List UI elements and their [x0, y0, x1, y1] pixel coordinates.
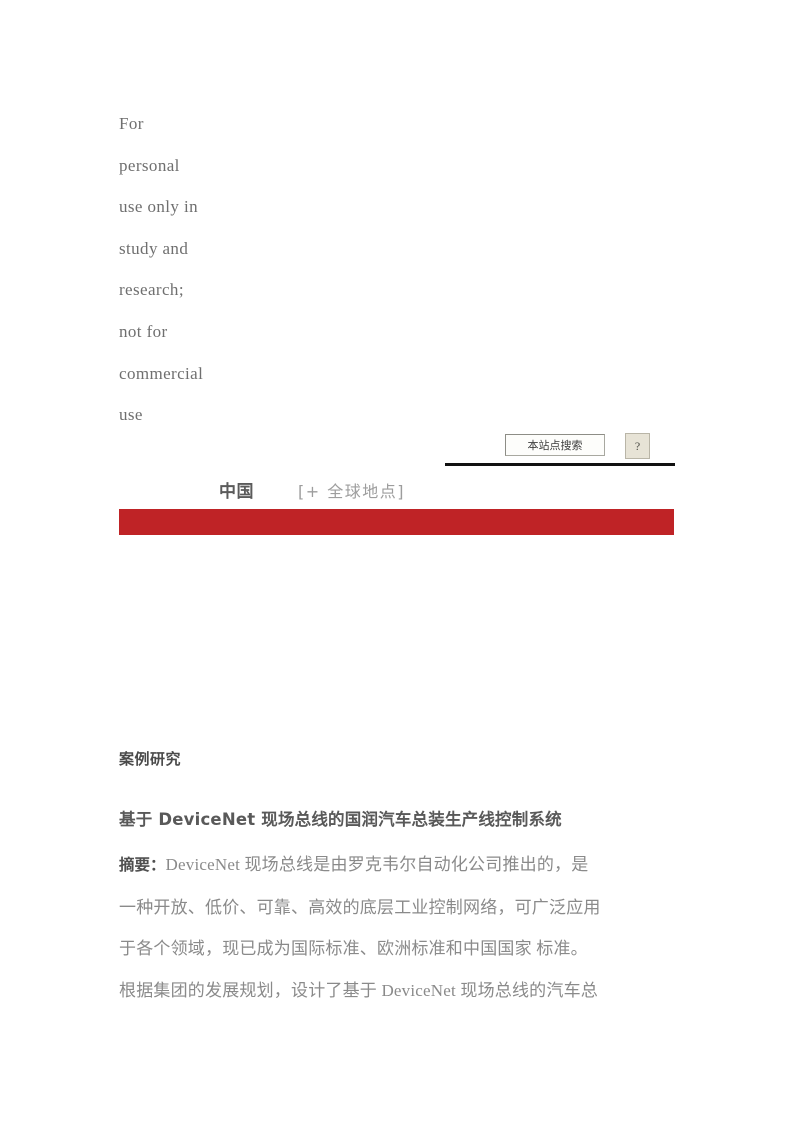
brand-banner-bar — [119, 509, 674, 535]
section-label: 案例研究 — [119, 750, 182, 768]
disclaimer-line: research; — [119, 280, 184, 300]
site-search-area: ? — [445, 432, 675, 466]
disclaimer-line: personal — [119, 155, 180, 175]
abstract-lead-label: 摘要： — [119, 856, 166, 874]
global-locations-link[interactable]: [+ 全球地点] — [298, 478, 405, 502]
document-page: For personal use only in study and resea… — [0, 0, 793, 1122]
disclaimer-line: commercial — [119, 363, 204, 383]
search-input[interactable] — [505, 434, 605, 456]
abstract-line: 于各个领域，现已成为国际标准、欧洲标准和中国国家 标准。 — [119, 939, 588, 958]
disclaimer-line: not for — [119, 321, 168, 341]
article-content: 案例研究 基于 DeviceNet 现场总线的国润汽车总装生产线控制系统 摘要：… — [119, 748, 675, 1011]
disclaimer-line: For — [119, 114, 144, 133]
article-abstract: 摘要：DeviceNet 现场总线是由罗克韦尔自动化公司推出的，是 一种开放、低… — [119, 844, 675, 1011]
abstract-line: 根据集团的发展规划，设计了基于 DeviceNet 现场总线的汽车总 — [119, 980, 598, 1000]
abstract-line: 一种开放、低价、可靠、高效的底层工业控制网络，可广泛应用 — [119, 897, 601, 917]
abstract-line: 摘要：DeviceNet 现场总线是由罗克韦尔自动化公司推出的，是 — [119, 844, 675, 887]
disclaimer-line: use only in — [119, 197, 199, 217]
locale-current-label[interactable]: 中国 — [219, 477, 254, 502]
search-help-button[interactable]: ? — [625, 433, 650, 459]
abstract-line-text: DeviceNet 现场总线是由罗克韦尔自动化公司推出的，是 — [165, 855, 589, 874]
header-divider-rule — [445, 463, 675, 466]
usage-disclaimer: For personal use only in study and resea… — [119, 103, 349, 436]
locale-nav: 中国 [+ 全球地点] — [219, 477, 405, 502]
disclaimer-line: study and — [119, 238, 189, 258]
disclaimer-line: use — [119, 405, 143, 425]
article-title: 基于 DeviceNet 现场总线的国润汽车总装生产线控制系统 — [119, 810, 562, 829]
